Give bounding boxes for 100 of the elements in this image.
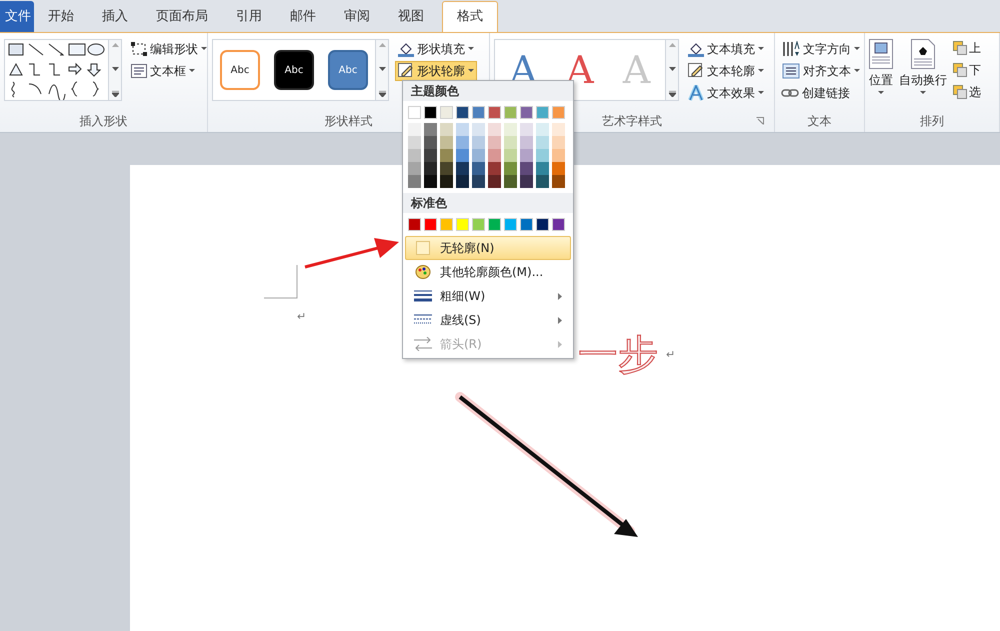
shape-style-thumbnail[interactable]: Abc	[220, 50, 260, 90]
ribbon-tab[interactable]: 引用	[222, 1, 276, 32]
color-swatch[interactable]	[488, 218, 501, 231]
ribbon-dropdown-button[interactable]: 对齐文本	[779, 61, 863, 81]
scroll-up-icon[interactable]	[378, 43, 386, 47]
color-swatch[interactable]	[504, 123, 517, 136]
color-swatch[interactable]	[456, 106, 469, 119]
ribbon-dropdown-button[interactable]: 文本轮廓	[685, 61, 767, 81]
color-swatch[interactable]	[536, 175, 549, 188]
color-swatch[interactable]	[488, 149, 501, 162]
color-swatch[interactable]	[472, 162, 485, 175]
scroll-down-icon[interactable]	[112, 67, 118, 71]
expand-gallery-icon[interactable]	[378, 91, 386, 97]
ribbon-dropdown-button[interactable]: 文字方向	[779, 39, 863, 59]
gallery-scrollbar[interactable]	[665, 40, 678, 100]
ribbon-button[interactable]: 下	[953, 61, 981, 79]
ribbon-dropdown-button[interactable]: 形状轮廓	[395, 61, 477, 81]
shape-style-thumbnail[interactable]: Abc	[274, 50, 314, 90]
color-swatch[interactable]	[552, 175, 565, 188]
color-swatch[interactable]	[456, 136, 469, 149]
color-swatch[interactable]	[520, 123, 533, 136]
color-swatch[interactable]	[488, 106, 501, 119]
ribbon-dropdown-button[interactable]: 文本效果	[685, 83, 767, 103]
color-swatch[interactable]	[472, 123, 485, 136]
color-swatch[interactable]	[408, 175, 421, 188]
color-swatch[interactable]	[440, 175, 453, 188]
ribbon-tab[interactable]: 邮件	[276, 1, 330, 32]
color-swatch[interactable]	[520, 218, 533, 231]
large-ribbon-button[interactable]: 自动换行	[899, 39, 947, 95]
color-swatch[interactable]	[536, 218, 549, 231]
menu-item[interactable]: 其他轮廓颜色(M)...	[405, 260, 571, 284]
color-swatch[interactable]	[504, 162, 517, 175]
color-swatch[interactable]	[408, 136, 421, 149]
color-swatch[interactable]	[504, 136, 517, 149]
ribbon-tab[interactable]: 审阅	[330, 1, 384, 32]
color-swatch[interactable]	[552, 149, 565, 162]
color-swatch[interactable]	[456, 175, 469, 188]
ribbon-tab[interactable]: 视图	[384, 1, 438, 32]
color-swatch[interactable]	[424, 149, 437, 162]
scroll-up-icon[interactable]	[668, 43, 676, 47]
color-swatch[interactable]	[520, 162, 533, 175]
gallery-scrollbar[interactable]	[108, 40, 121, 100]
color-swatch[interactable]	[472, 106, 485, 119]
color-swatch[interactable]	[488, 175, 501, 188]
menu-item[interactable]: 虚线(S)	[405, 308, 571, 332]
color-swatch[interactable]	[424, 123, 437, 136]
color-swatch[interactable]	[488, 162, 501, 175]
dialog-launcher-icon[interactable]	[756, 117, 764, 125]
color-swatch[interactable]	[408, 162, 421, 175]
color-swatch[interactable]	[472, 149, 485, 162]
ribbon-dropdown-button[interactable]: 文本框	[128, 61, 210, 81]
ribbon-button[interactable]: 上	[953, 39, 981, 57]
scroll-up-icon[interactable]	[112, 43, 118, 47]
color-swatch[interactable]	[552, 162, 565, 175]
color-swatch[interactable]	[520, 106, 533, 119]
color-swatch[interactable]	[424, 106, 437, 119]
color-swatch[interactable]	[440, 149, 453, 162]
color-swatch[interactable]	[472, 175, 485, 188]
color-swatch[interactable]	[504, 149, 517, 162]
scroll-down-icon[interactable]	[668, 67, 676, 71]
color-swatch[interactable]	[504, 106, 517, 119]
color-swatch[interactable]	[456, 162, 469, 175]
color-swatch[interactable]	[424, 162, 437, 175]
color-swatch[interactable]	[488, 123, 501, 136]
color-swatch[interactable]	[520, 136, 533, 149]
large-ribbon-button[interactable]: 位置	[869, 39, 893, 95]
shape-style-thumbnail[interactable]: Abc	[328, 50, 368, 90]
ribbon-tab[interactable]: 页面布局	[142, 1, 222, 32]
ribbon-dropdown-button[interactable]: 形状填充	[395, 39, 477, 59]
color-swatch[interactable]	[456, 218, 469, 231]
ribbon-dropdown-button[interactable]: 文本填充	[685, 39, 767, 59]
color-swatch[interactable]	[408, 106, 421, 119]
color-swatch[interactable]	[408, 149, 421, 162]
color-swatch[interactable]	[456, 123, 469, 136]
color-swatch[interactable]	[440, 136, 453, 149]
color-swatch[interactable]	[424, 218, 437, 231]
color-swatch[interactable]	[440, 162, 453, 175]
color-swatch[interactable]	[536, 162, 549, 175]
color-swatch[interactable]	[552, 106, 565, 119]
color-swatch[interactable]	[552, 123, 565, 136]
color-swatch[interactable]	[424, 136, 437, 149]
color-swatch[interactable]	[504, 175, 517, 188]
color-swatch[interactable]	[440, 106, 453, 119]
color-swatch[interactable]	[440, 123, 453, 136]
ribbon-tab[interactable]: 格式	[442, 1, 498, 32]
ribbon-button[interactable]: 选	[953, 83, 981, 101]
color-swatch[interactable]	[472, 136, 485, 149]
menu-item[interactable]: 粗细(W)	[405, 284, 571, 308]
color-swatch[interactable]	[536, 123, 549, 136]
color-swatch[interactable]	[472, 218, 485, 231]
expand-gallery-icon[interactable]	[668, 91, 676, 97]
expand-gallery-icon[interactable]	[112, 91, 118, 97]
menu-item[interactable]: 无轮廓(N)	[405, 236, 571, 260]
color-swatch[interactable]	[440, 218, 453, 231]
color-swatch[interactable]	[408, 218, 421, 231]
color-swatch[interactable]	[456, 149, 469, 162]
file-tab[interactable]: 文件	[0, 1, 34, 32]
gallery-scrollbar[interactable]	[375, 40, 388, 100]
color-swatch[interactable]	[552, 218, 565, 231]
color-swatch[interactable]	[520, 149, 533, 162]
